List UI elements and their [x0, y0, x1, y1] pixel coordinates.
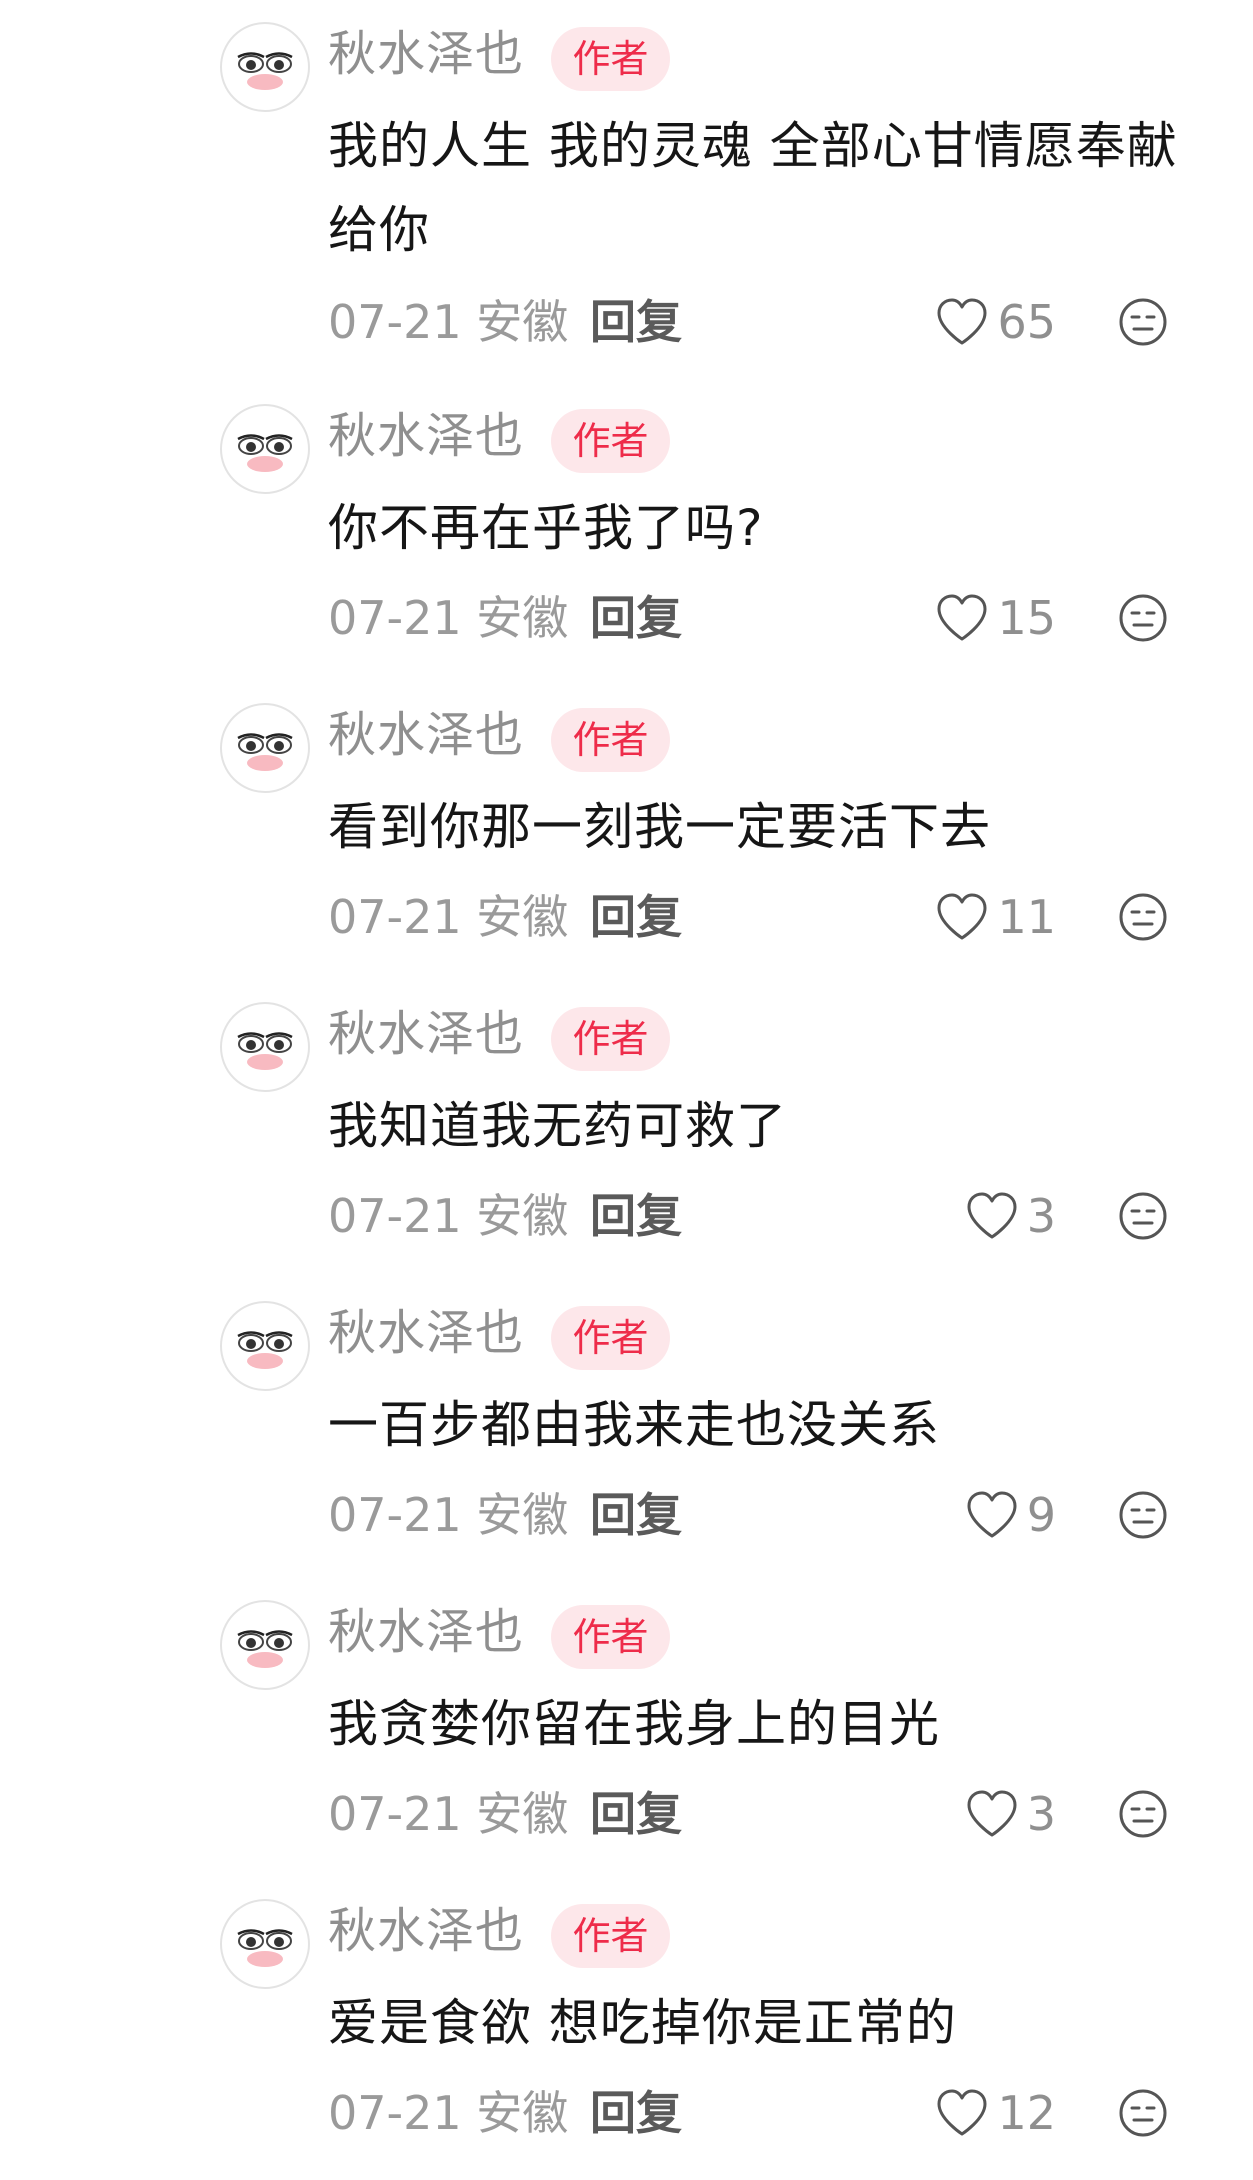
- comment-location: 安徽: [476, 591, 569, 645]
- comment-text: 爱是食欲 想吃掉你是正常的: [328, 1994, 957, 2052]
- username[interactable]: 秋水泽也: [328, 1901, 524, 1961]
- like-button[interactable]: 12: [935, 2083, 1056, 2143]
- author-badge: 作者: [551, 1007, 670, 1071]
- comment-location: 安徽: [476, 1787, 569, 1841]
- like-count: 12: [997, 2086, 1056, 2140]
- like-button[interactable]: 65: [935, 292, 1056, 352]
- comment-meta: 07-21 安徽: [328, 1784, 568, 1844]
- heart-icon: [937, 893, 987, 940]
- neutral-face-icon[interactable]: [1117, 296, 1169, 348]
- reply-button[interactable]: 回复: [590, 887, 682, 947]
- heart-icon: [967, 1790, 1017, 1837]
- comment-location: 安徽: [476, 1189, 569, 1243]
- avatar-icon[interactable]: [220, 404, 310, 494]
- reply-button[interactable]: 回复: [590, 2083, 682, 2143]
- like-button[interactable]: 11: [935, 887, 1056, 947]
- heart-icon: [967, 1192, 1017, 1239]
- comment-item: 秋水泽也 作者 我知道我无药可救了 07-21 安徽 回复 3: [0, 1002, 1253, 1243]
- heart-icon: [937, 298, 987, 345]
- like-count: 9: [1026, 1488, 1056, 1542]
- comment-location: 安徽: [476, 1488, 569, 1542]
- heart-icon: [937, 594, 987, 641]
- username[interactable]: 秋水泽也: [328, 1602, 524, 1662]
- like-count: 3: [1026, 1787, 1056, 1841]
- heart-icon: [937, 2089, 987, 2136]
- comment-location: 安徽: [476, 295, 569, 349]
- comment-meta: 07-21 安徽: [328, 1186, 568, 1246]
- neutral-face-icon[interactable]: [1117, 592, 1169, 644]
- comment-meta: 07-21 安徽: [328, 1485, 568, 1545]
- avatar-icon[interactable]: [220, 1600, 310, 1690]
- comment-item: 秋水泽也 作者 看到你那一刻我一定要活下去 07-21 安徽 回复 11: [0, 703, 1253, 944]
- avatar-icon[interactable]: [220, 22, 310, 112]
- comment-meta: 07-21 安徽: [328, 292, 568, 352]
- avatar-icon[interactable]: [220, 703, 310, 793]
- comment-location: 安徽: [476, 890, 569, 944]
- like-button[interactable]: 15: [935, 588, 1056, 648]
- comment-item: 秋水泽也 作者 我贪婪你留在我身上的目光 07-21 安徽 回复 3: [0, 1600, 1253, 1841]
- neutral-face-icon[interactable]: [1117, 891, 1169, 943]
- neutral-face-icon[interactable]: [1117, 1788, 1169, 1840]
- username[interactable]: 秋水泽也: [328, 406, 524, 466]
- comment-text: 你不再在乎我了吗?: [328, 499, 764, 557]
- comment-location: 安徽: [476, 2086, 569, 2140]
- comment-item: 秋水泽也 作者 我的人生 我的灵魂 全部心甘情愿奉献给你 07-21 安徽 回复…: [0, 22, 1253, 349]
- author-badge: 作者: [551, 409, 670, 473]
- like-button[interactable]: 3: [965, 1784, 1056, 1844]
- comment-text: 我知道我无药可救了: [328, 1097, 787, 1155]
- comment-text: 一百步都由我来走也没关系: [328, 1396, 940, 1454]
- comment-meta: 07-21 安徽: [328, 887, 568, 947]
- reply-button[interactable]: 回复: [590, 1485, 682, 1545]
- author-badge: 作者: [551, 1306, 670, 1370]
- like-count: 15: [997, 591, 1056, 645]
- neutral-face-icon[interactable]: [1117, 1190, 1169, 1242]
- username[interactable]: 秋水泽也: [328, 24, 524, 84]
- comment-text: 我贪婪你留在我身上的目光: [328, 1695, 940, 1753]
- like-count: 65: [997, 295, 1056, 349]
- author-badge: 作者: [551, 27, 670, 91]
- comment-item: 秋水泽也 作者 爱是食欲 想吃掉你是正常的 07-21 安徽 回复 12: [0, 1899, 1253, 2140]
- comment-text: 看到你那一刻我一定要活下去: [328, 798, 991, 856]
- comment-date: 07-21: [328, 1189, 462, 1243]
- avatar-icon[interactable]: [220, 1899, 310, 1989]
- like-button[interactable]: 3: [965, 1186, 1056, 1246]
- comment-date: 07-21: [328, 2086, 462, 2140]
- author-badge: 作者: [551, 1904, 670, 1968]
- avatar-icon[interactable]: [220, 1002, 310, 1092]
- comment-date: 07-21: [328, 295, 462, 349]
- username[interactable]: 秋水泽也: [328, 1303, 524, 1363]
- neutral-face-icon[interactable]: [1117, 2087, 1169, 2139]
- like-count: 3: [1026, 1189, 1056, 1243]
- comment-item: 秋水泽也 作者 你不再在乎我了吗? 07-21 安徽 回复 15: [0, 404, 1253, 645]
- comment-text: 我的人生 我的灵魂 全部心甘情愿奉献给你: [328, 117, 1178, 259]
- neutral-face-icon[interactable]: [1117, 1489, 1169, 1541]
- reply-button[interactable]: 回复: [590, 588, 682, 648]
- comment-meta: 07-21 安徽: [328, 2083, 568, 2143]
- username[interactable]: 秋水泽也: [328, 1004, 524, 1064]
- comment-date: 07-21: [328, 1787, 462, 1841]
- comment-date: 07-21: [328, 890, 462, 944]
- reply-button[interactable]: 回复: [590, 292, 682, 352]
- author-badge: 作者: [551, 1605, 670, 1669]
- comment-item: 秋水泽也 作者 一百步都由我来走也没关系 07-21 安徽 回复 9: [0, 1301, 1253, 1542]
- comment-date: 07-21: [328, 591, 462, 645]
- avatar-icon[interactable]: [220, 1301, 310, 1391]
- like-count: 11: [997, 890, 1056, 944]
- comment-meta: 07-21 安徽: [328, 588, 568, 648]
- username[interactable]: 秋水泽也: [328, 705, 524, 765]
- reply-button[interactable]: 回复: [590, 1784, 682, 1844]
- comment-date: 07-21: [328, 1488, 462, 1542]
- reply-button[interactable]: 回复: [590, 1186, 682, 1246]
- like-button[interactable]: 9: [965, 1485, 1056, 1545]
- heart-icon: [967, 1491, 1017, 1538]
- author-badge: 作者: [551, 708, 670, 772]
